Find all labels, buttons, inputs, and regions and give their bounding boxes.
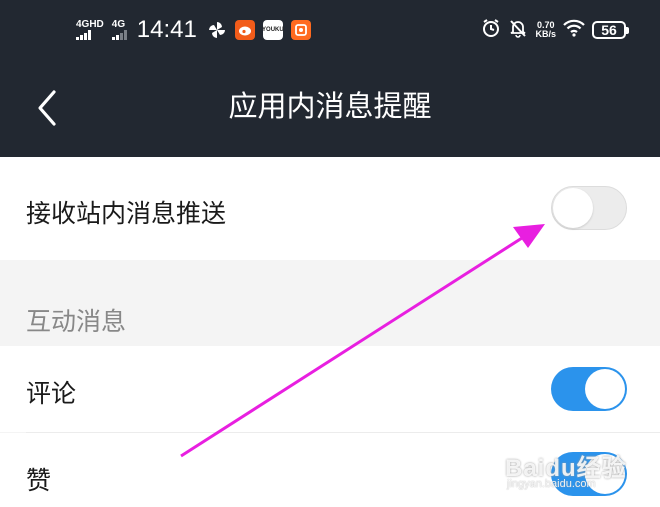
baidu-watermark: Baidu经验 jingyan.baidu.com — [505, 448, 627, 490]
annotation-arrow — [180, 224, 545, 458]
watermark-sub: jingyan.baidu.com — [507, 478, 596, 490]
